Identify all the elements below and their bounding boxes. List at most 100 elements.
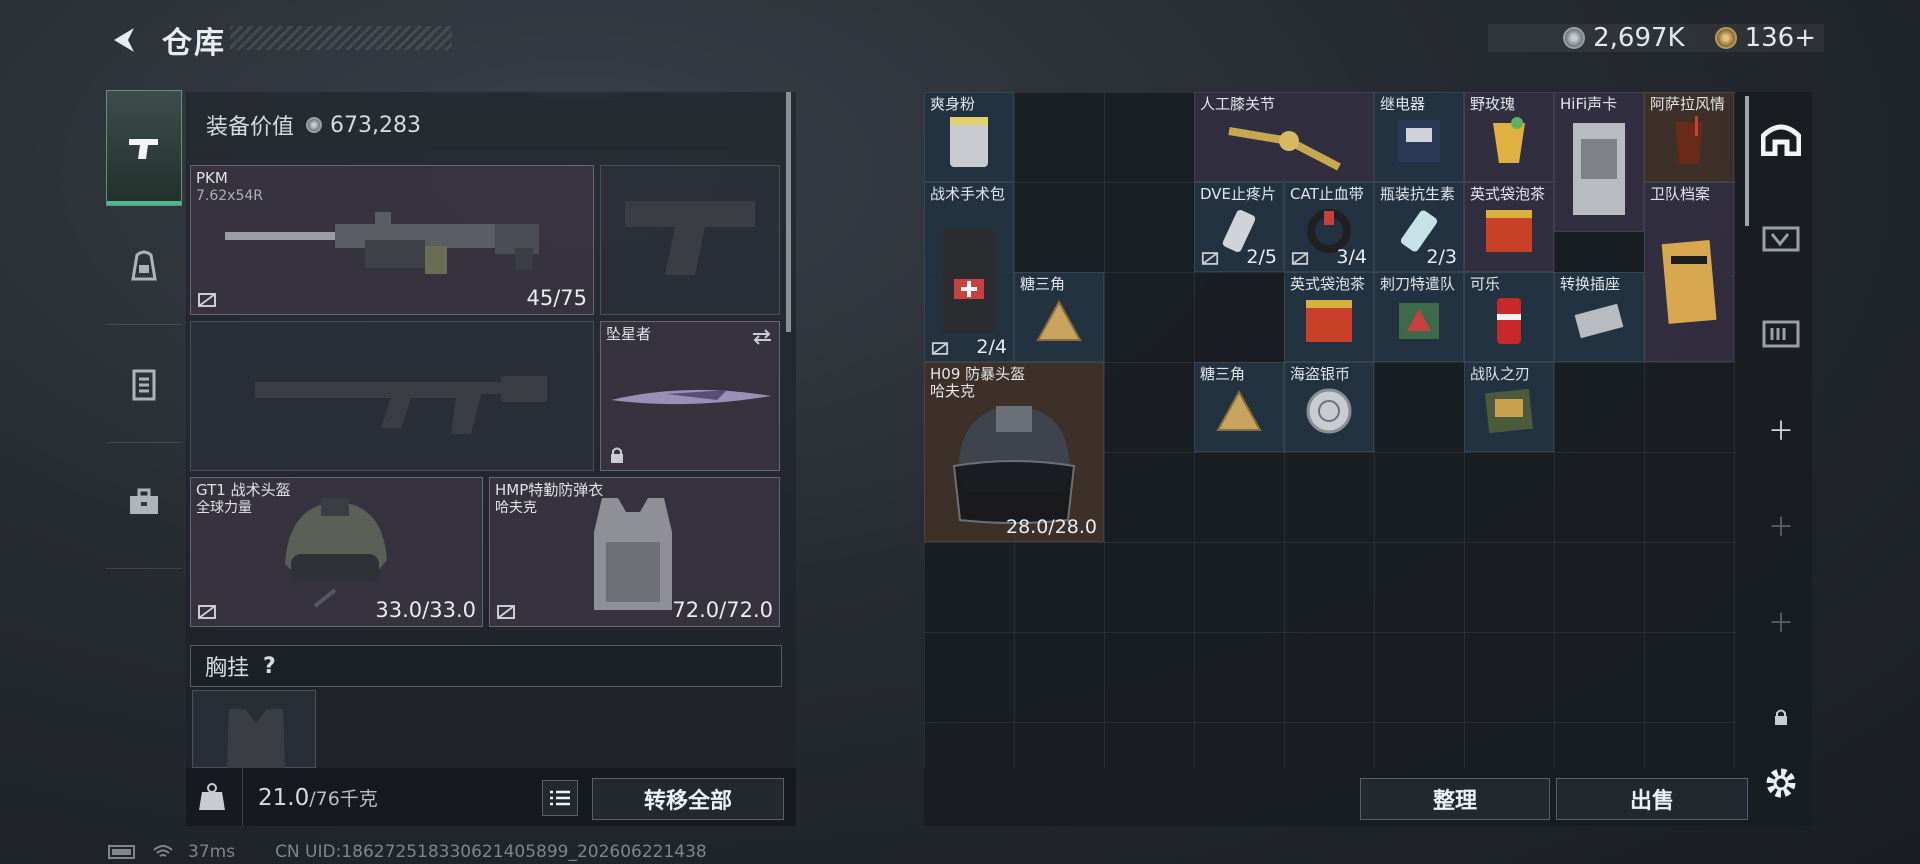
melee-slot[interactable]: 坠星者 xyxy=(600,321,780,471)
ammo-count: 45/75 xyxy=(526,286,587,310)
nav-case[interactable] xyxy=(106,444,182,560)
case-iv-icon xyxy=(1762,226,1800,252)
item-antibiotics[interactable]: 瓶装抗生素 2/3 xyxy=(1374,182,1464,272)
item-team-blade[interactable]: 战队之刃 xyxy=(1464,362,1554,452)
item-sugar-triangle[interactable]: 糖三角 xyxy=(1014,272,1104,362)
equipment-value: 装备价值 673,283 xyxy=(190,100,782,150)
item-sugar-triangle[interactable]: 糖三角 xyxy=(1194,362,1284,452)
item-power-adapter[interactable]: 转换插座 xyxy=(1554,272,1644,362)
triangle-icon xyxy=(1036,300,1082,342)
ping: 37ms xyxy=(188,842,236,862)
silver-amount: 2,697K xyxy=(1593,23,1685,53)
helmet-durability: 33.0/33.0 xyxy=(375,598,476,622)
cocktail-icon xyxy=(1493,117,1525,164)
helmet-icon xyxy=(285,498,387,608)
weapon-ammo-type: 7.62x54R xyxy=(196,188,263,204)
sell-button[interactable]: 出售 xyxy=(1556,778,1748,820)
stash-scrollbar[interactable] xyxy=(1745,96,1749,226)
game-box-icon xyxy=(1399,303,1439,340)
weight-current: 21.0 xyxy=(258,785,310,811)
item-powder[interactable]: 爽身粉 xyxy=(924,92,1014,182)
backpack-icon xyxy=(131,250,157,281)
user-uid: CN UID:186272518330621405899_20260622143… xyxy=(275,842,707,862)
silver-coin-icon xyxy=(1563,27,1586,49)
item-knee-joint[interactable]: 人工膝关节 xyxy=(1194,92,1374,182)
item-tea-bag[interactable]: 英式袋泡茶 xyxy=(1464,182,1554,272)
pistol-icon xyxy=(129,139,158,159)
title-decoration xyxy=(230,26,452,50)
stash-page-home[interactable] xyxy=(1750,92,1812,182)
item-hifi-card[interactable]: HiFi声卡 xyxy=(1554,92,1644,232)
add-stash-page-button: ＋ xyxy=(1767,608,1794,639)
case-iii-icon xyxy=(1762,320,1800,348)
armor-durability: 72.0/72.0 xyxy=(672,598,773,622)
primary-weapon-slot[interactable]: PKM 7.62x54R 45/75 xyxy=(190,165,594,315)
item-dve-painkiller[interactable]: DVE止疼片 2/5 xyxy=(1194,182,1284,272)
item-name: 爽身粉 xyxy=(930,95,976,113)
item-surgical-kit[interactable]: 战术手术包 2/4 xyxy=(924,182,1014,362)
item-name: 战队之刃 xyxy=(1470,365,1531,383)
category-nav xyxy=(106,86,182,570)
currency-bar: 2,697K 136+ xyxy=(1488,23,1824,53)
lock-icon xyxy=(1775,709,1787,725)
adapter-icon xyxy=(1574,304,1624,339)
item-riot-helmet[interactable]: H09 防暴头盔 哈夫克 28.0/28.0 xyxy=(924,362,1104,542)
item-bayonet-squad[interactable]: 刺刀特遣队 xyxy=(1374,272,1464,362)
chest-rig-label: 胸挂 xyxy=(205,656,250,681)
help-button[interactable]: ? xyxy=(263,654,276,679)
item-name: 卫队档案 xyxy=(1650,185,1711,203)
machine-gun-icon xyxy=(225,212,539,274)
item-cat-tourniquet[interactable]: CAT止血带 3/4 xyxy=(1284,182,1374,272)
loadout-scrollbar[interactable] xyxy=(786,92,791,332)
item-wild-rose[interactable]: 野玫瑰 xyxy=(1464,92,1554,182)
silver-coin-icon xyxy=(306,117,323,133)
list-view-button[interactable] xyxy=(542,780,578,816)
nav-vest[interactable] xyxy=(106,326,182,442)
stash-page-iv[interactable] xyxy=(1750,192,1812,282)
item-name: 战术手术包 xyxy=(930,185,1006,203)
settings-button[interactable] xyxy=(1762,764,1800,802)
equipment-value-amount: 673,283 xyxy=(330,112,421,138)
stash-page-iii[interactable] xyxy=(1750,288,1812,378)
knife-icon xyxy=(611,389,771,405)
item-name: 英式袋泡茶 xyxy=(1290,275,1366,293)
helmet-slot[interactable]: GT1 战术头盔 全球力量 33.0/33.0 xyxy=(190,477,483,627)
item-name: 刺刀特遣队 xyxy=(1380,275,1456,293)
item-tea-bag[interactable]: 英式袋泡茶 xyxy=(1284,272,1374,362)
item-pirate-coin[interactable]: 海盗银币 xyxy=(1284,362,1374,452)
nav-backpack[interactable] xyxy=(106,208,182,324)
pistol-slot[interactable] xyxy=(600,165,780,315)
cola-can-icon xyxy=(1497,298,1521,345)
nav-weapons[interactable] xyxy=(106,90,182,206)
weight-capacity: /76千克 xyxy=(309,788,378,810)
relay-icon xyxy=(1398,120,1440,163)
stash-page-locked xyxy=(1750,672,1812,762)
back-button[interactable] xyxy=(104,22,144,58)
transfer-all-button[interactable]: 转移全部 xyxy=(592,778,784,820)
triangle-icon xyxy=(1216,390,1262,432)
back-arrow-icon xyxy=(114,28,134,52)
item-guard-files[interactable]: 卫队档案 xyxy=(1644,182,1734,362)
powder-can-icon xyxy=(950,117,988,168)
organize-button[interactable]: 整理 xyxy=(1360,778,1550,820)
item-name: 转换插座 xyxy=(1560,275,1621,293)
add-stash-page-button[interactable]: ＋ xyxy=(1750,384,1812,474)
item-name: 阿萨拉风情 xyxy=(1650,95,1726,113)
pistol-placeholder-icon xyxy=(625,201,755,275)
item-relay[interactable]: 继电器 xyxy=(1374,92,1464,182)
uninsured-icon xyxy=(931,342,949,355)
swap-icon[interactable] xyxy=(751,328,773,346)
riot-helmet-icon xyxy=(952,405,1076,524)
gold-amount[interactable]: 136+ xyxy=(1745,23,1816,53)
item-cola[interactable]: 可乐 xyxy=(1464,272,1554,362)
equipment-value-label: 装备价值 xyxy=(206,115,295,140)
armor-slot[interactable]: HMP特勤防弹衣 哈夫克 72.0/72.0 xyxy=(489,477,780,627)
chest-rig-slot[interactable] xyxy=(192,690,316,769)
secondary-weapon-slot[interactable] xyxy=(190,321,594,471)
item-asara-style[interactable]: 阿萨拉风情 xyxy=(1644,92,1734,182)
sound-card-icon xyxy=(1573,122,1625,215)
wifi-icon xyxy=(153,845,173,857)
uninsured-icon xyxy=(1201,252,1219,265)
item-name: 野玫瑰 xyxy=(1470,95,1516,113)
page-title: 仓库 xyxy=(162,26,226,61)
